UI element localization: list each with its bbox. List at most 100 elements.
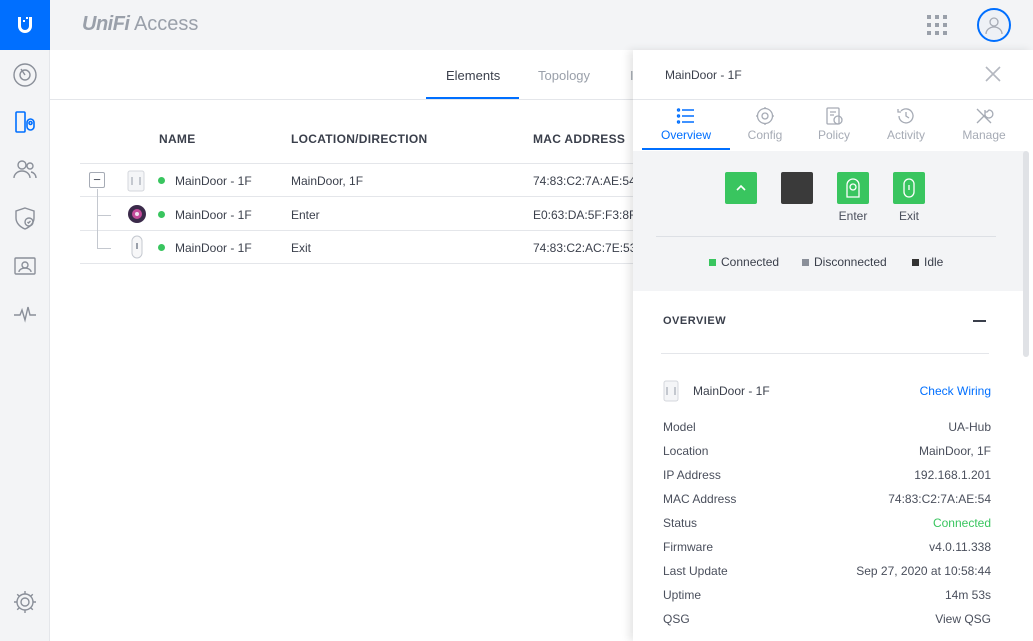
left-nav-rail [0, 0, 50, 641]
exit-button-device-icon [131, 235, 143, 259]
field-key: Firmware [663, 540, 713, 554]
field-value: v4.0.11.338 [929, 540, 991, 554]
hub-device-icon [663, 380, 679, 402]
panel-title: MainDoor - 1F [665, 68, 742, 82]
panel-tab-overview[interactable]: Overview [646, 100, 726, 152]
tree-connector [97, 189, 98, 249]
panel-tab-label: Activity [886, 128, 925, 142]
close-icon[interactable] [983, 64, 1003, 84]
column-header-name[interactable]: NAME [159, 132, 196, 146]
list-icon [676, 108, 694, 124]
panel-tab-activity[interactable]: Activity [866, 100, 946, 152]
overview-field-uptime: Uptime 14m 53s [663, 588, 991, 612]
tab-elements[interactable]: Elements [446, 68, 500, 83]
doors-icon[interactable] [11, 108, 39, 136]
panel-tab-label: Overview [660, 128, 711, 142]
history-icon [897, 108, 914, 124]
field-value: 192.168.1.201 [914, 468, 991, 482]
cards-icon[interactable] [11, 252, 39, 280]
settings-icon[interactable] [11, 588, 39, 616]
hub-device-icon [127, 170, 145, 192]
status-dot [158, 244, 165, 251]
panel-tab-manage[interactable]: Manage [944, 100, 1024, 152]
activity-icon[interactable] [11, 300, 39, 328]
policy-icon [826, 107, 843, 125]
overview-field-model: Model UA-Hub [663, 420, 991, 444]
table-row[interactable]: MainDoor - 1F Enter E0:63:DA:5F:F3:8F [80, 198, 700, 231]
device-mac: 74:83:C2:7A:AE:54 [533, 174, 633, 188]
users-icon[interactable] [11, 155, 39, 183]
user-avatar[interactable] [977, 8, 1011, 42]
active-tab-indicator [426, 97, 519, 99]
overview-device-row: MainDoor - 1F Check Wiring [663, 380, 991, 402]
collapse-section-icon[interactable] [973, 320, 986, 322]
device-details-panel: MainDoor - 1F Overview Config Policy Act… [633, 50, 1033, 641]
overview-field-status: Status Connected [663, 516, 991, 540]
panel-tab-label: Manage [962, 128, 1006, 142]
device-name: MainDoor - 1F [175, 208, 252, 222]
field-key: Uptime [663, 588, 702, 602]
device-name: MainDoor - 1F [175, 174, 252, 188]
status-dot [158, 177, 165, 184]
panel-tab-policy[interactable]: Policy [794, 100, 874, 152]
hub-status-button[interactable] [725, 172, 757, 204]
tree-connector [97, 215, 111, 216]
unifi-logo-icon[interactable] [0, 0, 50, 50]
column-header-location[interactable]: LOCATION/DIRECTION [291, 132, 428, 146]
device-mac: E0:63:DA:5F:F3:8F [533, 208, 633, 222]
active-panel-tab-indicator [642, 148, 730, 150]
device-name: MainDoor - 1F [175, 241, 252, 255]
overview-field-last-update: Last Update Sep 27, 2020 at 10:58:44 [663, 564, 991, 588]
legend-label: Disconnected [814, 255, 887, 269]
field-value: MainDoor, 1F [918, 444, 991, 458]
policies-icon[interactable] [11, 204, 39, 232]
panel-tab-config[interactable]: Config [725, 100, 805, 152]
exit-label: Exit [898, 209, 919, 223]
field-key: IP Address [663, 468, 721, 482]
tree-connector [97, 248, 111, 249]
reader-device-icon [128, 205, 146, 223]
app-switcher-grid-icon[interactable] [926, 14, 948, 36]
field-value: 74:83:C2:7A:AE:54 [888, 492, 991, 506]
panel-scrollbar[interactable] [1023, 151, 1029, 641]
legend-label: Idle [924, 255, 944, 269]
table-row[interactable]: MainDoor - 1F Exit 74:83:C2:AC:7E:53 [80, 231, 700, 264]
dashboard-icon[interactable] [11, 61, 39, 89]
field-value: Sep 27, 2020 at 10:58:44 [856, 564, 991, 578]
column-header-mac[interactable]: MAC ADDRESS [533, 132, 625, 146]
field-key: Status [663, 516, 698, 530]
collapse-toggle-button[interactable]: − [89, 172, 105, 188]
overview-heading: OVERVIEW [663, 315, 727, 327]
reader-icon [846, 178, 860, 198]
field-key: Last Update [663, 564, 728, 578]
gear-icon [756, 107, 774, 125]
device-location: Exit [291, 241, 312, 255]
overview-divider [661, 353, 989, 354]
device-location: MainDoor, 1F [291, 174, 364, 188]
check-wiring-link[interactable]: Check Wiring [920, 384, 991, 398]
field-key: Location [663, 444, 709, 458]
view-qsg-link[interactable]: View QSG [935, 612, 991, 626]
overview-field-location: Location MainDoor, 1F [663, 444, 991, 468]
legend-label: Connected [721, 255, 780, 269]
scrollbar-thumb[interactable] [1023, 151, 1029, 357]
brand-access: Access [133, 13, 199, 35]
status-divider [656, 236, 996, 237]
overview-field-qsg: QSG View QSG [663, 612, 991, 636]
tools-icon [976, 108, 994, 124]
enter-reader-button[interactable] [837, 172, 869, 204]
device-location: Enter [291, 208, 320, 222]
field-key: MAC Address [663, 492, 737, 506]
exit-button[interactable] [893, 172, 925, 204]
status-dot [158, 211, 165, 218]
tab-topology[interactable]: Topology [538, 68, 590, 83]
exit-button-icon [903, 178, 915, 198]
overview-field-firmware: Firmware v4.0.11.338 [663, 540, 991, 564]
enter-label: Enter [838, 209, 868, 223]
status-value: Connected [932, 516, 991, 530]
table-row[interactable]: − MainDoor - 1F MainDoor, 1F 74:83:C2:7A… [80, 164, 700, 197]
lock-status-button[interactable] [781, 172, 813, 204]
overview-field-ip: IP Address 192.168.1.201 [663, 468, 991, 492]
field-value: 14m 53s [944, 588, 991, 602]
panel-tab-label: Policy [817, 128, 850, 142]
